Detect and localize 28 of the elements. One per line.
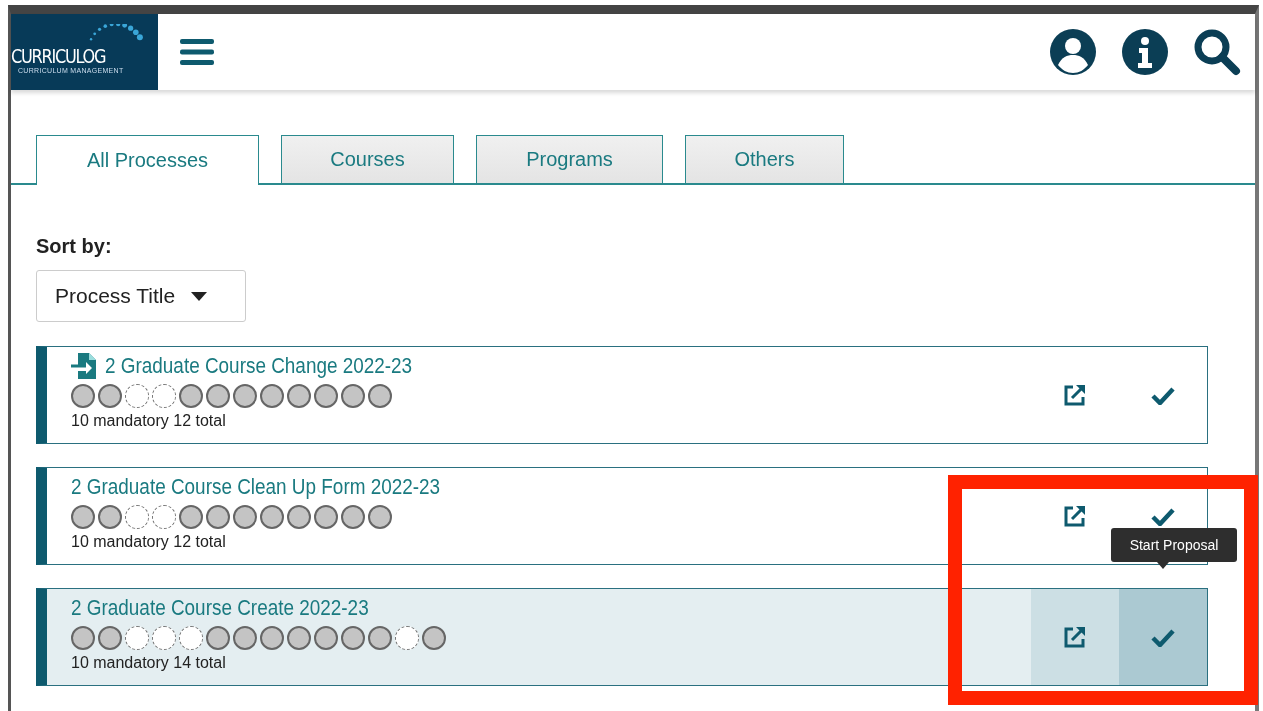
external-link-icon [1063,625,1087,649]
checkmark-icon [1151,627,1175,647]
info-icon[interactable] [1121,28,1169,76]
process-card[interactable]: 2 Graduate Course Change 2022-23 10 mandatory 12 total [36,346,1208,444]
sort-label: Sort by: [36,235,113,258]
step-summary: 10 mandatory 12 total [71,412,227,430]
tab[interactable]: Others [685,135,844,183]
tooltip-pointer-icon [1157,562,1169,569]
process-title[interactable]: 2 Graduate Course Create 2022-23 [71,595,369,621]
checkmark-icon [1151,506,1175,526]
process-title[interactable]: 2 Graduate Course Change 2022-23 [105,353,413,379]
external-link-icon [1063,383,1087,407]
user-icon[interactable] [1049,28,1097,76]
tab[interactable]: All Processes [36,135,259,185]
process-card[interactable]: 2 Graduate Course Create 2022-23 10 mandatory 14 total [36,588,1208,686]
step-summary: 10 mandatory 14 total [71,654,227,672]
checkmark-icon [1151,385,1175,405]
external-link-icon [1063,504,1087,528]
caret-icon [191,291,208,301]
sort-dropdown[interactable]: Process Title [36,270,246,322]
tooltip: Start Proposal [1111,528,1237,562]
process-title[interactable]: 2 Graduate Course Clean Up Form 2022-23 [71,474,441,500]
menu-button[interactable] [180,38,214,66]
start-button[interactable] [1119,589,1207,685]
tab[interactable]: Courses [281,135,454,183]
tab[interactable]: Programs [476,135,663,183]
step-summary: 10 mandatory 12 total [71,533,227,551]
search-icon[interactable] [1193,28,1241,76]
